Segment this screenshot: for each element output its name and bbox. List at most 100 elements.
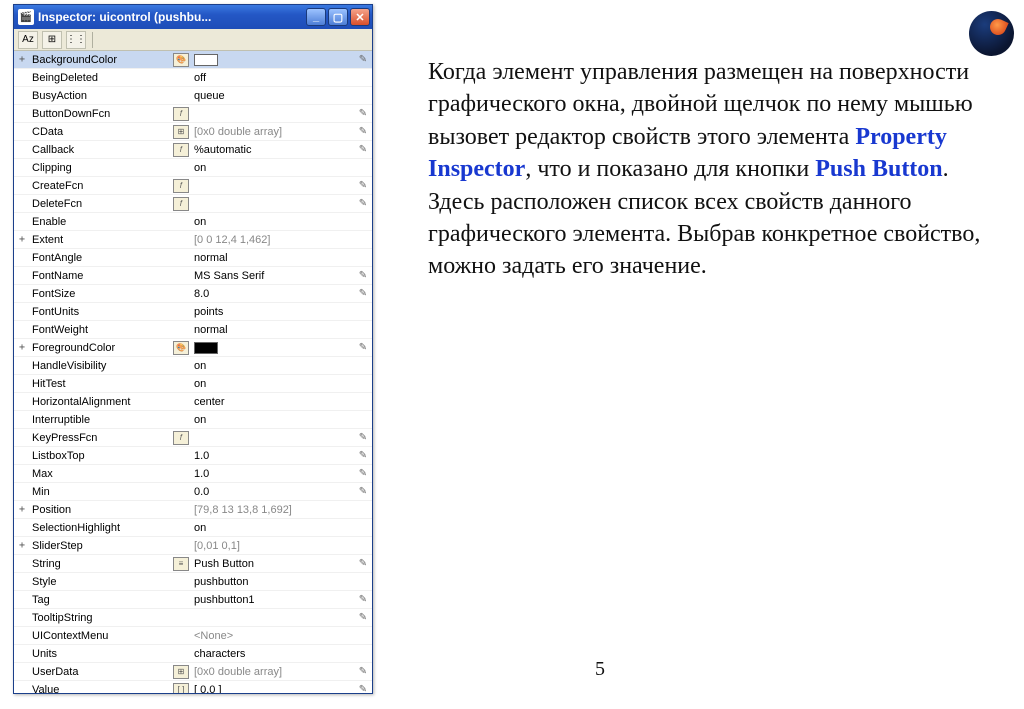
property-row[interactable]: +ForegroundColor🎨✎ [14,339,372,357]
edit-pencil-icon[interactable]: ✎ [354,126,372,137]
property-row[interactable]: BeingDeletedoff [14,69,372,87]
property-value[interactable]: 8.0 [192,288,354,300]
property-value[interactable]: %automatic [192,144,354,156]
property-value[interactable]: 1.0 [192,450,354,462]
property-value[interactable]: normal [192,324,354,336]
property-value[interactable]: pushbutton [192,576,354,588]
edit-pencil-icon[interactable]: ✎ [354,432,372,443]
expand-toggle[interactable]: + [14,234,30,245]
vector-editor-icon[interactable]: [ ] [170,683,192,694]
color-editor-icon[interactable]: 🎨 [170,53,192,67]
edit-pencil-icon[interactable]: ✎ [354,342,372,353]
edit-pencil-icon[interactable]: ✎ [354,270,372,281]
edit-pencil-icon[interactable]: ✎ [354,198,372,209]
edit-pencil-icon[interactable]: ✎ [354,450,372,461]
property-row[interactable]: +SliderStep[0,01 0,1] [14,537,372,555]
property-row[interactable]: +Position[79,8 13 13,8 1,692] [14,501,372,519]
property-row[interactable]: KeyPressFcn𝑓✎ [14,429,372,447]
property-value[interactable]: on [192,378,354,390]
fcn-editor-icon[interactable]: 𝑓 [170,107,192,121]
property-row[interactable]: HandleVisibilityon [14,357,372,375]
property-row[interactable]: +Extent[0 0 12,4 1,462] [14,231,372,249]
close-button[interactable]: ✕ [350,8,370,26]
group-button[interactable]: ⊞ [42,31,62,49]
edit-pencil-icon[interactable]: ✎ [354,180,372,191]
property-row[interactable]: ListboxTop1.0✎ [14,447,372,465]
minimize-button[interactable]: _ [306,8,326,26]
property-row[interactable]: Stylepushbutton [14,573,372,591]
property-row[interactable]: Tagpushbutton1✎ [14,591,372,609]
property-row[interactable]: UserData⊞[0x0 double array]✎ [14,663,372,681]
fcn-editor-icon[interactable]: 𝑓 [170,143,192,157]
edit-pencil-icon[interactable]: ✎ [354,612,372,623]
property-row[interactable]: CreateFcn𝑓✎ [14,177,372,195]
property-row[interactable]: HorizontalAlignmentcenter [14,393,372,411]
property-value[interactable]: center [192,396,354,408]
property-value[interactable]: [0x0 double array] [192,666,354,678]
maximize-button[interactable]: ▢ [328,8,348,26]
property-value[interactable]: queue [192,90,354,102]
edit-pencil-icon[interactable]: ✎ [354,684,372,693]
property-row[interactable]: FontNameMS Sans Serif✎ [14,267,372,285]
text-editor-icon[interactable]: ≡ [170,557,192,571]
property-value[interactable]: [0 0 12,4 1,462] [192,234,354,246]
property-row[interactable]: Value[ ][ 0.0 ]✎ [14,681,372,693]
property-row[interactable]: BusyActionqueue [14,87,372,105]
property-row[interactable]: TooltipString✎ [14,609,372,627]
fcn-editor-icon[interactable]: 𝑓 [170,197,192,211]
color-editor-icon[interactable]: 🎨 [170,341,192,355]
property-row[interactable]: FontUnitspoints [14,303,372,321]
property-value[interactable]: on [192,414,354,426]
edit-pencil-icon[interactable]: ✎ [354,666,372,677]
property-value[interactable]: [ 0.0 ] [192,684,354,694]
property-value[interactable]: on [192,216,354,228]
property-row[interactable]: HitTeston [14,375,372,393]
property-value[interactable]: [79,8 13 13,8 1,692] [192,504,354,516]
edit-pencil-icon[interactable]: ✎ [354,108,372,119]
expand-toggle[interactable]: + [14,54,30,65]
edit-pencil-icon[interactable]: ✎ [354,486,372,497]
expand-toggle[interactable]: + [14,342,30,353]
expand-toggle[interactable]: + [14,504,30,515]
property-row[interactable]: Callback𝑓%automatic✎ [14,141,372,159]
matrix-editor-icon[interactable]: ⊞ [170,665,192,679]
expand-toggle[interactable]: + [14,540,30,551]
fcn-editor-icon[interactable]: 𝑓 [170,179,192,193]
property-value[interactable]: off [192,72,354,84]
property-row[interactable]: String≡Push Button✎ [14,555,372,573]
matrix-editor-icon[interactable]: ⊞ [170,125,192,139]
property-row[interactable]: Enableon [14,213,372,231]
property-value[interactable]: on [192,162,354,174]
property-row[interactable]: Max1.0✎ [14,465,372,483]
property-value[interactable]: Push Button [192,558,354,570]
edit-pencil-icon[interactable]: ✎ [354,558,372,569]
property-row[interactable]: DeleteFcn𝑓✎ [14,195,372,213]
edit-pencil-icon[interactable]: ✎ [354,594,372,605]
property-value[interactable]: pushbutton1 [192,594,354,606]
property-grid[interactable]: +BackgroundColor🎨✎BeingDeletedoffBusyAct… [14,51,372,693]
property-row[interactable]: UIContextMenu<None> [14,627,372,645]
property-row[interactable]: Unitscharacters [14,645,372,663]
sort-alpha-button[interactable]: Az [18,31,38,49]
titlebar[interactable]: 🎬 Inspector: uicontrol (pushbu... _ ▢ ✕ [14,5,372,29]
property-value[interactable]: MS Sans Serif [192,270,354,282]
property-row[interactable]: FontWeightnormal [14,321,372,339]
edit-pencil-icon[interactable]: ✎ [354,288,372,299]
property-row[interactable]: +BackgroundColor🎨✎ [14,51,372,69]
property-value[interactable]: 1.0 [192,468,354,480]
property-value[interactable]: normal [192,252,354,264]
property-row[interactable]: FontSize8.0✎ [14,285,372,303]
property-value[interactable]: on [192,522,354,534]
property-row[interactable]: ButtonDownFcn𝑓✎ [14,105,372,123]
edit-pencil-icon[interactable]: ✎ [354,144,372,155]
property-value[interactable] [192,341,354,353]
property-row[interactable]: SelectionHighlighton [14,519,372,537]
edit-pencil-icon[interactable]: ✎ [354,468,372,479]
tree-button[interactable]: ⋮⋮ [66,31,86,49]
property-value[interactable]: <None> [192,630,354,642]
property-row[interactable]: CData⊞[0x0 double array]✎ [14,123,372,141]
fcn-editor-icon[interactable]: 𝑓 [170,431,192,445]
property-value[interactable]: [0,01 0,1] [192,540,354,552]
edit-pencil-icon[interactable]: ✎ [354,54,372,65]
property-value[interactable] [192,53,354,65]
